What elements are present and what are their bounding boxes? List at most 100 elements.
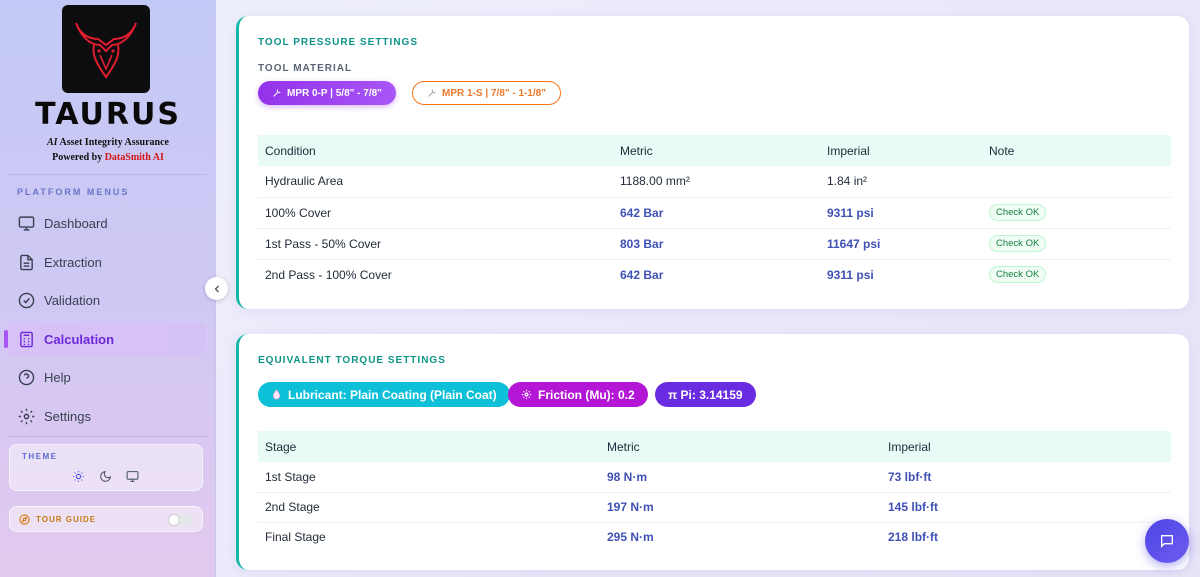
menu-item-label: Extraction <box>44 254 102 270</box>
table-row: 100% Cover 642 Bar 9311 psi Check OK <box>258 197 1171 229</box>
lubricant-chip: Lubricant: Plain Coating (Plain Coat) <box>258 382 510 407</box>
friction-chip: Friction (Mu): 0.2 <box>508 382 648 407</box>
condition-cell: Hydraulic Area <box>258 166 613 198</box>
document-icon <box>18 254 35 271</box>
tour-guide-toggle[interactable] <box>168 514 194 526</box>
metric-cell: 1188.00 mm² <box>613 166 820 198</box>
menu-item-calculation[interactable]: Calculation <box>4 322 206 356</box>
sidebar: TAURUS AI Asset Integrity Assurance Powe… <box>0 0 216 577</box>
table-row: Final Stage 295 N·m 218 lbf·ft <box>258 522 1171 552</box>
table-header-row: Condition Metric Imperial Note <box>258 135 1171 166</box>
stage-cell: 2nd Stage <box>258 492 600 523</box>
divider <box>8 436 207 437</box>
tool-material-label: TOOL MATERIAL <box>258 63 353 74</box>
chevron-left-icon <box>214 285 219 292</box>
powered-by: Powered by DataSmith AI <box>52 152 164 163</box>
metric-cell: 803 Bar <box>613 228 820 260</box>
status-badge: Check OK <box>989 235 1047 252</box>
card-title: TOOL PRESSURE SETTINGS <box>258 37 418 48</box>
stage-cell: 1st Stage <box>258 462 600 493</box>
column-header: Note <box>982 135 1171 166</box>
column-header: Stage <box>258 431 600 462</box>
check-circle-icon <box>18 292 35 309</box>
imperial-cell: 11647 psi <box>820 228 982 260</box>
column-header: Imperial <box>820 135 982 166</box>
condition-cell: 1st Pass - 50% Cover <box>258 228 613 260</box>
status-badge: Check OK <box>989 266 1047 284</box>
table-row: Hydraulic Area 1188.00 mm² 1.84 in² <box>258 166 1171 198</box>
calculator-icon <box>18 331 35 348</box>
pi-chip: π Pi: 3.14159 <box>655 382 756 407</box>
menu-item-validation[interactable]: Validation <box>6 283 206 317</box>
imperial-cell: 73 lbf·ft <box>881 462 1171 493</box>
divider <box>8 174 207 175</box>
tagline: AI Asset Integrity Assurance <box>47 137 169 148</box>
table-header-row: Stage Metric Imperial <box>258 431 1171 462</box>
imperial-cell: 1.84 in² <box>820 166 982 198</box>
droplet-icon <box>271 389 282 400</box>
wrench-icon <box>272 88 282 98</box>
condition-cell: 2nd Pass - 100% Cover <box>265 267 392 282</box>
column-header: Metric <box>613 135 820 166</box>
chat-bubble-icon <box>1161 535 1173 548</box>
table-row: 1st Stage 98 N·m 73 lbf·ft <box>258 462 1171 493</box>
table-row: 2nd Stage 197 N·m 145 lbf·ft <box>258 492 1171 523</box>
tour-guide-panel: TOUR GUIDE <box>9 506 203 532</box>
menu-item-label: Help <box>44 369 71 385</box>
column-header: Condition <box>258 135 613 166</box>
column-header: Metric <box>600 431 881 462</box>
menu-item-extraction[interactable]: Extraction <box>6 245 206 279</box>
imperial-cell: 218 lbf·ft <box>888 530 939 545</box>
monitor-icon <box>18 215 35 232</box>
sun-icon[interactable] <box>72 470 85 483</box>
wrench-icon <box>427 88 437 98</box>
note-cell <box>982 166 1171 198</box>
tour-guide-label: TOUR GUIDE <box>36 514 97 524</box>
menu-item-settings[interactable]: Settings <box>6 399 206 433</box>
theme-panel: THEME <box>9 444 203 491</box>
material-option-mpr-1s[interactable]: MPR 1-S | 7/8" - 1-1/8" <box>412 81 561 105</box>
bull-logo-icon <box>75 22 137 79</box>
equivalent-torque-card: EQUIVALENT TORQUE SETTINGS Lubricant: Pl… <box>236 334 1189 570</box>
taurus-logo <box>62 5 150 93</box>
metric-cell: 642 Bar <box>620 267 664 282</box>
menu-item-label: Calculation <box>44 331 115 347</box>
card-title: EQUIVALENT TORQUE SETTINGS <box>258 355 446 366</box>
menu-item-help[interactable]: Help <box>6 360 206 394</box>
metric-cell: 98 N·m <box>600 462 881 493</box>
metric-cell: 197 N·m <box>600 492 881 523</box>
menu-item-label: Dashboard <box>44 215 108 231</box>
tool-pressure-card: TOOL PRESSURE SETTINGS TOOL MATERIAL MPR… <box>236 16 1189 309</box>
material-option-mpr-0p[interactable]: MPR 0-P | 5/8" - 7/8" <box>258 81 396 105</box>
metric-cell: 642 Bar <box>613 197 820 229</box>
theme-label: THEME <box>22 452 58 461</box>
compass-icon <box>19 513 30 525</box>
table-row: 1st Pass - 50% Cover 803 Bar 11647 psi C… <box>258 228 1171 260</box>
menu-item-label: Settings <box>44 408 91 424</box>
torque-table: Stage Metric Imperial 1st Stage 98 N·m 7… <box>258 431 1171 552</box>
imperial-cell: 9311 psi <box>827 267 874 282</box>
gear-icon <box>521 389 532 400</box>
chat-button[interactable] <box>1145 519 1189 563</box>
gear-icon <box>18 408 35 425</box>
note-cell: Check OK <box>982 228 1171 260</box>
help-circle-icon <box>18 369 35 386</box>
brand-name: TAURUS <box>35 97 181 132</box>
menu-item-dashboard[interactable]: Dashboard <box>6 206 206 240</box>
condition-cell: 100% Cover <box>258 197 613 229</box>
table-row: 2nd Pass - 100% Cover 642 Bar 9311 psi C… <box>258 259 1171 290</box>
imperial-cell: 9311 psi <box>820 197 982 229</box>
stage-cell: Final Stage <box>265 530 326 545</box>
system-monitor-icon[interactable] <box>126 470 139 483</box>
moon-icon[interactable] <box>99 470 112 483</box>
pressure-table: Condition Metric Imperial Note Hydraulic… <box>258 135 1171 290</box>
status-badge: Check OK <box>989 204 1047 221</box>
column-header: Imperial <box>881 431 1171 462</box>
imperial-cell: 145 lbf·ft <box>881 492 1171 523</box>
collapse-sidebar-button[interactable] <box>205 277 228 300</box>
menu-item-label: Validation <box>44 292 101 308</box>
platform-menus-label: PLATFORM MENUS <box>17 187 130 197</box>
metric-cell: 295 N·m <box>607 530 654 545</box>
note-cell: Check OK <box>982 197 1171 229</box>
note-cell: Check OK <box>982 259 1171 290</box>
